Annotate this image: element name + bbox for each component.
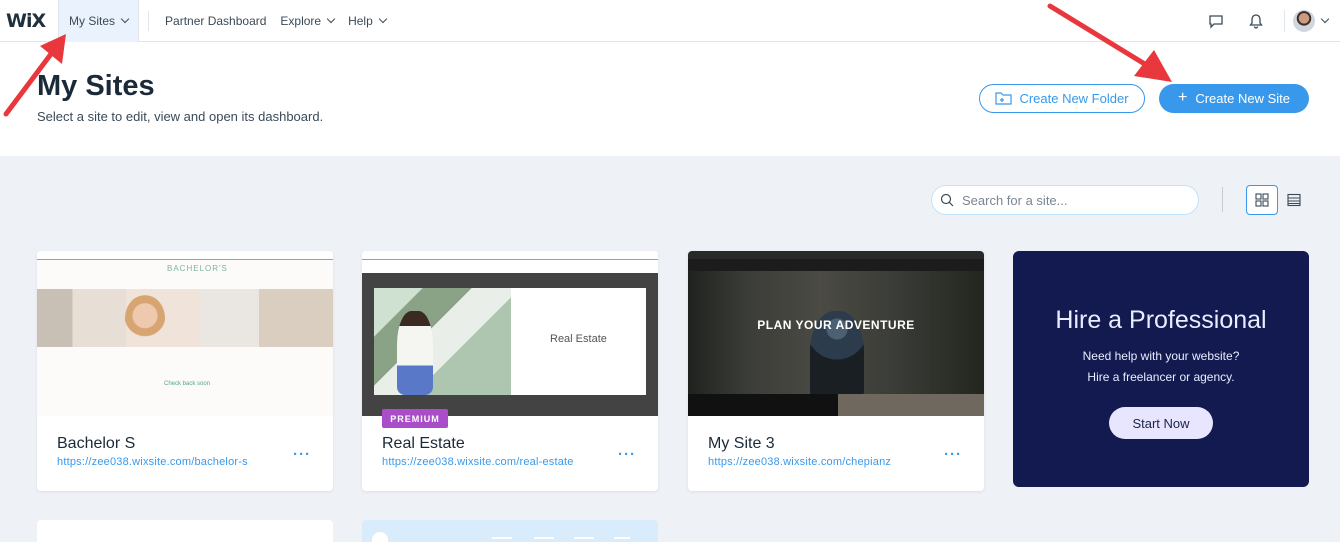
chat-icon (1209, 15, 1223, 29)
bell-icon (1249, 14, 1263, 29)
site-name: Bachelor S (57, 435, 136, 452)
site-card-bachelor-s[interactable]: BACHELOR'S Check back soon Bachelor S ht… (37, 251, 333, 491)
nav-explore[interactable]: Explore (273, 0, 341, 42)
nav-divider (148, 10, 150, 31)
top-navigation-bar: WiX My Sites Partner Dashboard Explore H… (0, 0, 1340, 42)
site-card-partial[interactable] (37, 520, 333, 542)
thumbnail-brand: BACHELOR'S (167, 264, 228, 273)
list-icon (1287, 193, 1301, 207)
plus-icon: + (1178, 89, 1188, 106)
thumbnail-banner (37, 251, 333, 260)
site-card-real-estate[interactable]: Real Estate PREMIUM Real Estate https://… (362, 251, 658, 491)
thumbnail-headline: PLAN YOUR ADVENTURE (757, 318, 915, 332)
thumbnail-cta: Check back soon (164, 381, 211, 387)
nav-explore-label: Explore (280, 13, 322, 28)
site-url[interactable]: https://zee038.wixsite.com/chepianz (708, 456, 891, 468)
page-subtitle: Select a site to edit, view and open its… (37, 109, 324, 124)
thumbnail-banner (362, 251, 658, 260)
create-new-folder-label: Create New Folder (1019, 91, 1129, 106)
nav-partner-dashboard[interactable]: Partner Dashboard (158, 0, 273, 42)
thumbnail-title: Real Estate (550, 333, 607, 345)
messages-button[interactable] (1196, 0, 1236, 42)
hire-title: Hire a Professional (1055, 306, 1267, 334)
hire-professional-card: Hire a Professional Need help with your … (1013, 251, 1309, 487)
notifications-button[interactable] (1236, 0, 1276, 42)
nav-my-sites[interactable]: My Sites (58, 0, 140, 42)
site-name: My Site 3 (708, 435, 775, 452)
chevron-down-icon (120, 14, 130, 23)
site-card-my-site-3[interactable]: PLAN YOUR ADVENTURE My Site 3 https://ze… (688, 251, 984, 491)
chevron-down-icon (326, 14, 336, 23)
site-thumbnail: BACHELOR'S Check back soon (37, 251, 333, 416)
folder-plus-icon (995, 92, 1013, 105)
more-actions-icon[interactable]: ··· (944, 446, 962, 463)
site-thumbnail: PLAN YOUR ADVENTURE (688, 251, 984, 416)
wix-logo[interactable]: WiX (6, 10, 58, 32)
chevron-down-icon[interactable] (1320, 14, 1330, 24)
thumbnail-photo (374, 288, 511, 395)
grid-view-button[interactable] (1246, 185, 1278, 215)
page-title: My Sites (37, 70, 155, 102)
hire-description: Need help with your website? (1082, 349, 1240, 363)
search-input[interactable] (962, 192, 1182, 208)
site-card-partial[interactable] (362, 520, 658, 542)
more-actions-icon[interactable]: ··· (618, 446, 636, 463)
nav-partner-dashboard-label: Partner Dashboard (165, 13, 267, 28)
thumbnail-footer (688, 394, 838, 416)
thumbnail-person (397, 311, 433, 395)
start-now-button[interactable]: Start Now (1109, 407, 1213, 439)
create-new-site-label: Create New Site (1195, 91, 1290, 106)
thumbnail-decoration (372, 532, 630, 542)
nav-my-sites-label: My Sites (69, 13, 116, 28)
page-header: My Sites Select a site to edit, view and… (0, 42, 1340, 156)
list-view-button[interactable] (1278, 185, 1310, 215)
premium-badge: PREMIUM (382, 409, 448, 428)
topbar-divider (1284, 10, 1285, 32)
grid-icon (1255, 193, 1269, 207)
more-actions-icon[interactable]: ··· (293, 446, 311, 463)
site-thumbnail: Real Estate (362, 251, 658, 416)
thumbnail-person (125, 295, 165, 341)
site-search[interactable] (931, 185, 1199, 215)
site-name: Real Estate (382, 435, 465, 452)
thumbnail-photo (37, 289, 333, 347)
top-right-icons (1196, 0, 1340, 42)
site-url[interactable]: https://zee038.wixsite.com/real-estate (382, 456, 574, 468)
site-url[interactable]: https://zee038.wixsite.com/bachelor-s (57, 456, 248, 468)
toolbar-divider (1222, 187, 1223, 212)
chevron-down-icon (378, 14, 388, 23)
avatar[interactable] (1293, 10, 1315, 32)
thumbnail-navbar (688, 259, 984, 271)
thumbnail-footer (838, 394, 984, 416)
nav-help[interactable]: Help (341, 0, 393, 42)
hire-description: Hire a freelancer or agency. (1087, 370, 1235, 384)
nav-help-label: Help (348, 13, 373, 28)
create-new-folder-button[interactable]: Create New Folder (979, 84, 1145, 113)
search-icon (940, 193, 954, 207)
create-new-site-button[interactable]: + Create New Site (1159, 84, 1309, 113)
